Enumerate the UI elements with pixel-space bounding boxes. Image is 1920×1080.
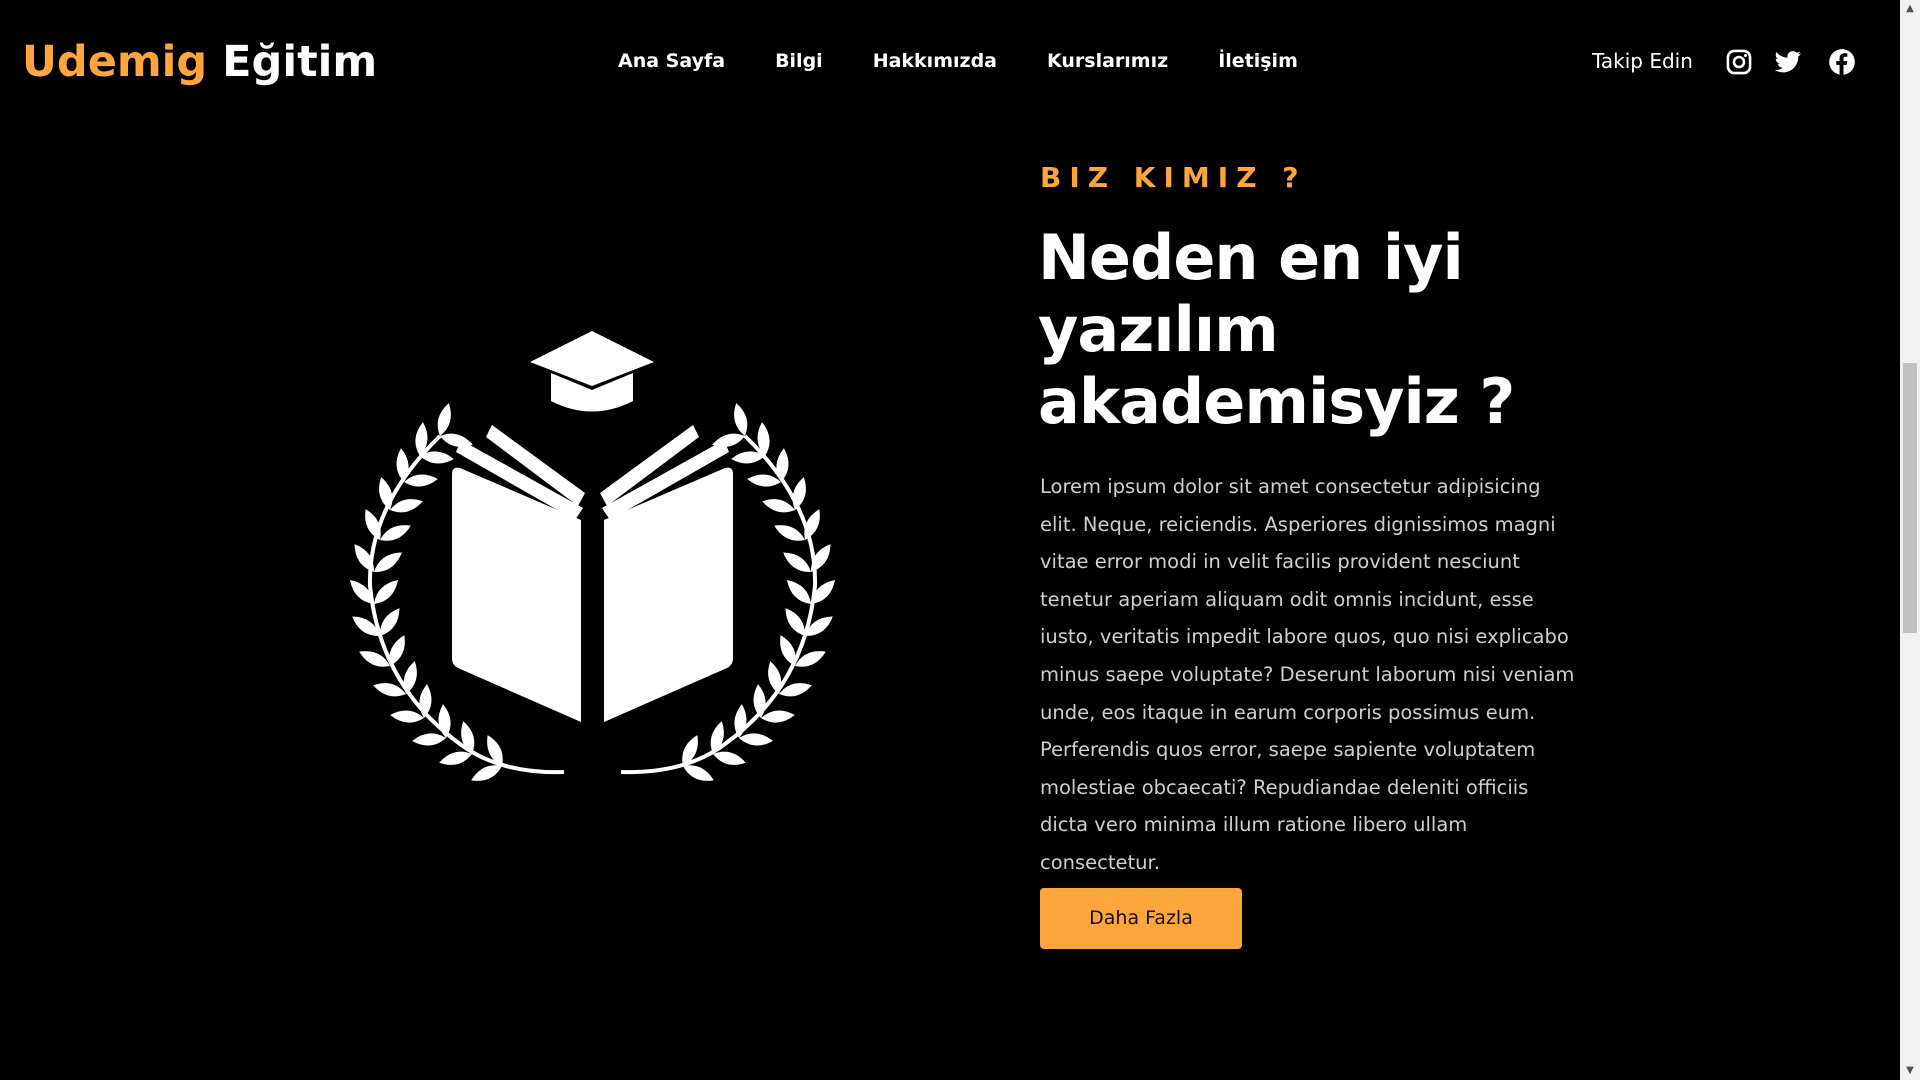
scrollbar-thumb[interactable] <box>1903 363 1917 633</box>
logo[interactable]: Udemig Eğitim <box>22 36 377 88</box>
page: Udemig Eğitim Ana Sayfa Bilgi Hakkımızda… <box>0 0 1920 1080</box>
nav-item-hakkimizda[interactable]: Hakkımızda <box>873 48 997 74</box>
nav-item-ana-sayfa[interactable]: Ana Sayfa <box>618 48 725 74</box>
section-eyebrow: BIZ KIMIZ ? <box>1040 161 1307 194</box>
facebook-icon[interactable] <box>1828 48 1856 76</box>
vertical-scrollbar[interactable]: ▲ ▼ <box>1900 0 1920 1080</box>
main-nav: Ana Sayfa Bilgi Hakkımızda Kurslarımız İ… <box>618 48 1348 74</box>
graduation-laurel-book-icon <box>320 326 865 786</box>
logo-rest: Eğitim <box>222 37 378 87</box>
daha-fazla-button[interactable]: Daha Fazla <box>1040 888 1242 949</box>
nav-item-kurslarimiz[interactable]: Kurslarımız <box>1047 48 1168 74</box>
follow-label: Takip Edin <box>1592 49 1693 73</box>
scroll-up-arrow-icon[interactable]: ▲ <box>1900 0 1920 18</box>
nav-item-bilgi[interactable]: Bilgi <box>775 48 823 74</box>
nav-item-iletisim[interactable]: İletişim <box>1218 48 1298 74</box>
instagram-icon[interactable] <box>1725 48 1753 76</box>
scroll-down-arrow-icon[interactable]: ▼ <box>1900 1062 1920 1080</box>
section-body-text: Lorem ipsum dolor sit amet consectetur a… <box>1040 475 1575 874</box>
twitter-icon[interactable] <box>1774 48 1802 76</box>
logo-accent: Udemig <box>22 37 208 87</box>
section-headline: Neden en iyi yazılım akademisyiz ? <box>1038 221 1515 438</box>
